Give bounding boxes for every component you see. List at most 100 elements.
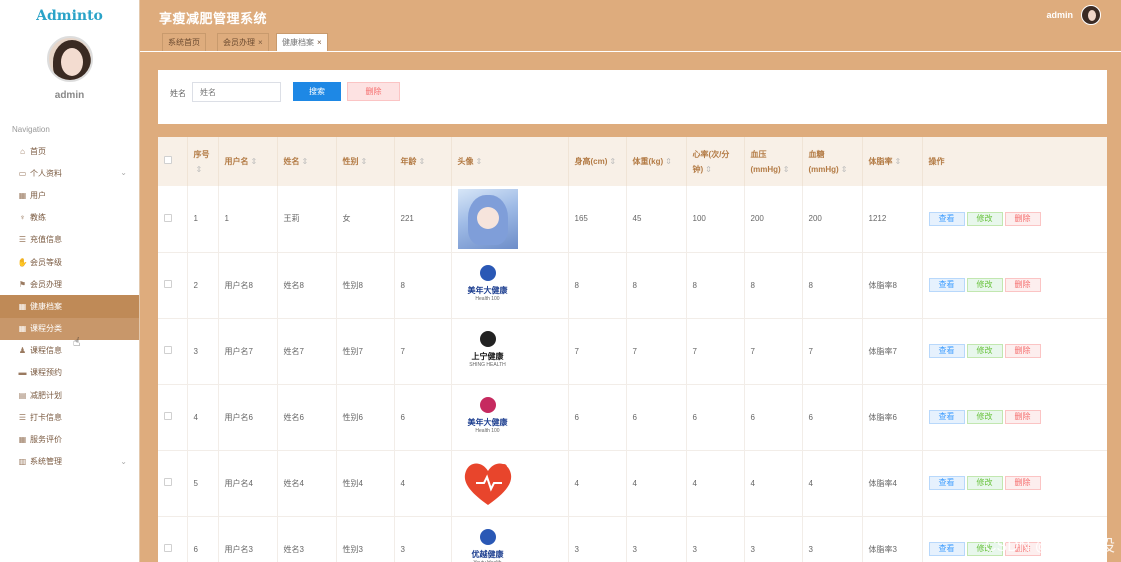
sidebar-item-7[interactable]: ▦ 健康档案: [0, 295, 139, 318]
view-button[interactable]: 查看: [928, 211, 965, 226]
header-username[interactable]: admin: [1046, 10, 1073, 20]
sidebar-item-6[interactable]: ⚑ 会员办理: [0, 273, 139, 295]
delete-row-button[interactable]: 删除: [1004, 410, 1041, 424]
column-header[interactable]: 体脂率 ⇕: [862, 137, 923, 186]
column-header[interactable]: 血糖(mmHg) ⇕: [802, 137, 863, 186]
table-row[interactable]: 5 用户名4 姓名4 性别4 4 4 4 4 4 4 体脂率4 查看 修改 删除: [158, 450, 1107, 517]
view-button[interactable]: 查看: [928, 410, 965, 424]
table-row[interactable]: 1 1 王莉女 221 165 45 100 200 200 1212 查看 修改 删除: [158, 186, 1107, 253]
mouse-cursor-icon: ☝: [73, 335, 81, 349]
sidebar: Adminto admin Navigation ⌂ 首页 ▭ 个人资料 ⌄ ▦ 用户 ♆ 教练…: [0, 0, 140, 562]
sidebar-item-11[interactable]: ▤ 减肥计划: [0, 384, 139, 406]
edit-button[interactable]: 修改: [966, 344, 1003, 358]
column-header[interactable]: 序号 ⇕: [187, 137, 219, 186]
tab-home[interactable]: 系统首页: [162, 33, 206, 51]
cell-heart: 3: [686, 516, 745, 562]
cell-sugar: 8: [802, 252, 863, 319]
avatar-image[interactable]: 美年大健康 Health 100: [458, 255, 518, 315]
column-header[interactable]: 用户名 ⇕: [218, 137, 278, 186]
delete-row-button[interactable]: 删除: [1004, 344, 1041, 358]
tab-health-records[interactable]: 健康档案 ×: [276, 33, 328, 51]
column-header[interactable]: 性别 ⇕: [336, 137, 395, 186]
sidebar-item-5[interactable]: ✋ 会员等级: [0, 251, 139, 273]
sidebar-item-1[interactable]: ▭ 个人资料 ⌄: [0, 162, 139, 184]
sidebar-item-12[interactable]: ☰ 打卡信息: [0, 406, 139, 428]
sort-icon[interactable]: ⇕: [302, 157, 309, 166]
column-header[interactable]: 心率(次/分钟) ⇕: [686, 137, 745, 186]
row-checkbox[interactable]: [164, 346, 172, 354]
sort-icon[interactable]: ⇕: [841, 165, 848, 174]
cell-fat: 体脂率3: [862, 516, 923, 562]
sidebar-item-9[interactable]: ♟ 课程信息: [0, 340, 139, 362]
chevron-down-icon[interactable]: ⌄: [120, 168, 127, 177]
sort-icon[interactable]: ⇕: [783, 165, 790, 174]
cell-fat: 体脂率7: [862, 318, 923, 385]
sidebar-item-label: 系统管理: [30, 457, 62, 467]
edit-button[interactable]: 修改: [966, 476, 1003, 490]
sidebar-item-13[interactable]: ▦ 服务评价: [0, 428, 139, 450]
delete-row-button[interactable]: 删除: [1004, 476, 1041, 490]
row-checkbox[interactable]: [164, 213, 172, 222]
view-button[interactable]: 查看: [928, 476, 965, 490]
row-checkbox[interactable]: [164, 544, 172, 552]
view-button[interactable]: 查看: [928, 278, 965, 292]
avatar-image[interactable]: 上宁健康 SHING HEALTH: [458, 321, 518, 381]
sort-icon[interactable]: ⇕: [419, 157, 426, 166]
table-row[interactable]: 2 用户名8 姓名8 性别8 8 美年大健康 Health 100 8 8 8 8 8 体脂率8 查看 修改…: [158, 252, 1107, 319]
sort-icon[interactable]: ⇕: [251, 157, 258, 166]
avatar[interactable]: [46, 36, 93, 82]
table-row[interactable]: 4 用户名6 姓名6 性别6 6 美年大健康 Health 100 6 6 6 6 6 体脂率6 查看 修改…: [158, 384, 1107, 451]
row-checkbox[interactable]: [164, 280, 172, 288]
avatar-image[interactable]: [458, 453, 518, 513]
app-logo[interactable]: Adminto: [0, 0, 139, 32]
sidebar-item-3[interactable]: ♆ 教练: [0, 207, 139, 229]
select-all-checkbox[interactable]: [164, 156, 172, 164]
sort-icon[interactable]: ⇕: [476, 157, 483, 166]
avatar-cell: 优越健康Youty Health: [451, 516, 569, 562]
row-checkbox-cell: [158, 384, 188, 451]
table-row[interactable]: 6用户名3姓名3性别33优越健康Youty Health33333体脂率3查看修…: [158, 516, 1107, 562]
search-input[interactable]: [192, 82, 281, 102]
delete-row-button[interactable]: 删除: [1004, 278, 1041, 292]
column-header[interactable]: 年龄 ⇕: [394, 137, 452, 186]
sort-icon[interactable]: ⇕: [705, 165, 712, 174]
view-button[interactable]: 查看: [928, 344, 965, 358]
sort-icon[interactable]: ⇕: [361, 157, 368, 166]
view-button[interactable]: 查看: [928, 542, 965, 556]
row-checkbox[interactable]: [164, 478, 172, 486]
header-avatar[interactable]: [1081, 5, 1101, 25]
sidebar-item-0[interactable]: ⌂ 首页: [0, 140, 139, 162]
cell-name: 姓名7: [277, 318, 337, 385]
table-row[interactable]: 3 用户名7 姓名7 性别7 7 上宁健康 SHING HEALTH 7 7 7 7 7 体脂率7 查看修…: [158, 318, 1107, 385]
sidebar-item-14[interactable]: ▥ 系统管理 ⌄: [0, 451, 139, 473]
sort-icon[interactable]: ⇕: [895, 157, 902, 166]
column-header[interactable]: 身高(cm) ⇕: [568, 137, 627, 186]
tab-membership[interactable]: 会员办理 ×: [217, 33, 269, 51]
row-checkbox[interactable]: [164, 412, 172, 420]
close-icon[interactable]: ×: [258, 38, 263, 47]
close-icon[interactable]: ×: [317, 38, 322, 47]
chevron-down-icon[interactable]: ⌄: [120, 457, 127, 466]
sidebar-item-label: 健康档案: [30, 301, 62, 311]
sidebar-item-8[interactable]: ▦ 课程分类: [0, 317, 139, 340]
edit-button[interactable]: 修改: [966, 278, 1003, 292]
sidebar-item-4[interactable]: ☰ 充值信息: [0, 229, 139, 251]
sidebar-item-2[interactable]: ▦ 用户: [0, 184, 139, 206]
sort-icon[interactable]: ⇕: [609, 157, 616, 166]
column-header[interactable]: 体重(kg) ⇕: [626, 137, 687, 186]
delete-row-button[interactable]: 删除: [1004, 211, 1041, 226]
sort-icon[interactable]: ⇕: [196, 165, 203, 174]
column-header[interactable]: 血压(mmHg) ⇕: [744, 137, 803, 186]
column-header[interactable]: 头像 ⇕: [451, 137, 569, 186]
avatar-image[interactable]: 美年大健康 Health 100: [458, 387, 518, 447]
delete-button[interactable]: 删除: [347, 82, 400, 101]
avatar-image[interactable]: 优越健康Youty Health: [458, 519, 518, 562]
avatar-image[interactable]: [457, 188, 518, 249]
edit-button[interactable]: 修改: [966, 211, 1003, 226]
search-button[interactable]: 搜索: [293, 82, 341, 101]
sort-icon[interactable]: ⇕: [665, 157, 672, 166]
edit-button[interactable]: 修改: [966, 410, 1003, 424]
sidebar-item-10[interactable]: ▬ 课程预约: [0, 362, 139, 384]
column-header[interactable]: 姓名 ⇕: [277, 137, 337, 186]
logo-text: 美年大健康: [467, 286, 508, 295]
